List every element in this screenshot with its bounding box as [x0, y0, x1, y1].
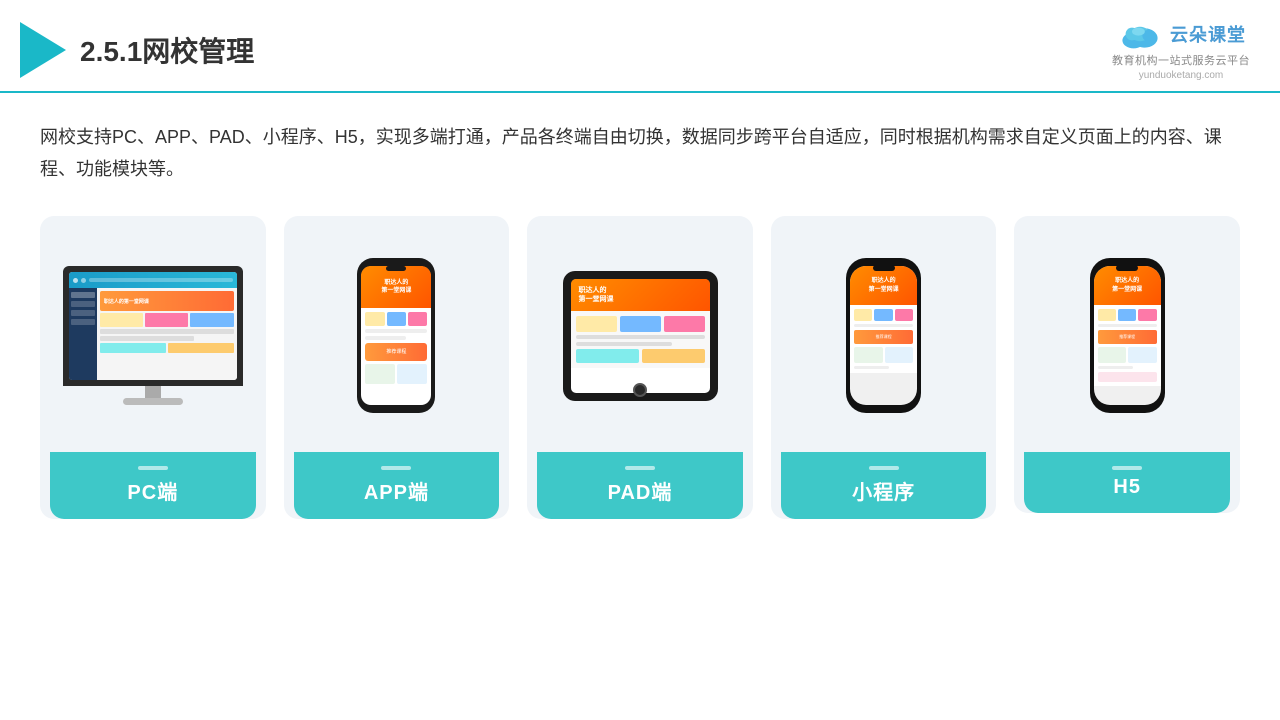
- pc-label: PC端: [50, 452, 256, 519]
- label-bar: [625, 466, 655, 470]
- logo-subtitle: 教育机构一站式服务云平台: [1112, 52, 1250, 68]
- description-text: 网校支持PC、APP、PAD、小程序、H5，实现多端打通，产品各终端自由切换，数…: [40, 121, 1240, 186]
- h5-card: 职达人的第一堂网课 推荐课程: [1014, 216, 1240, 513]
- pad-label: PAD端: [537, 452, 743, 519]
- miniprogram-preview: 职达人的第一堂网课 推荐课程: [781, 236, 987, 436]
- miniprogram-label: 小程序: [781, 452, 987, 519]
- logo-url: yunduoketang.com: [1139, 70, 1224, 81]
- pc-screen: 职达人的第一堂网课: [69, 272, 237, 380]
- page-title: 2.5.1网校管理: [80, 30, 254, 70]
- h5-preview: 职达人的第一堂网课 推荐课程: [1024, 236, 1230, 436]
- label-bar: [138, 466, 168, 470]
- logo-brand: 云朵课堂: [1170, 21, 1246, 47]
- miniprogram-card: 职达人的第一堂网课 推荐课程: [771, 216, 997, 519]
- pad-preview: 职达人的第一堂网课: [537, 236, 743, 436]
- phone-notch2: [873, 265, 895, 271]
- phone-notch: [386, 266, 406, 271]
- pc-card: 职达人的第一堂网课: [40, 216, 266, 519]
- label-bar: [869, 466, 899, 470]
- h5-phone-mockup: 职达人的第一堂网课 推荐课程: [1090, 258, 1165, 413]
- h5-label: H5: [1024, 452, 1230, 513]
- app-phone-mockup: 职达人的第一堂网课 推荐课程: [357, 258, 435, 413]
- app-label: APP端: [294, 452, 500, 519]
- logo-cloud: 云朵课堂: [1116, 18, 1246, 50]
- pc-monitor: 职达人的第一堂网课: [63, 266, 243, 386]
- app-preview: 职达人的第一堂网课 推荐课程: [294, 236, 500, 436]
- pc-mockup: 职达人的第一堂网课: [63, 266, 243, 405]
- miniprogram-phone-mockup: 职达人的第一堂网课 推荐课程: [846, 258, 921, 413]
- pad-tablet-mockup: 职达人的第一堂网课: [563, 271, 718, 401]
- cloud-icon: [1116, 18, 1164, 50]
- label-bar: [1112, 466, 1142, 470]
- app-card: 职达人的第一堂网课 推荐课程: [284, 216, 510, 519]
- pad-card: 职达人的第一堂网课: [527, 216, 753, 519]
- pc-preview: 职达人的第一堂网课: [50, 236, 256, 436]
- cards-container: 职达人的第一堂网课: [40, 216, 1240, 519]
- phone-screen: 职达人的第一堂网课 推荐课程: [361, 266, 431, 405]
- main-content: 网校支持PC、APP、PAD、小程序、H5，实现多端打通，产品各终端自由切换，数…: [0, 93, 1280, 539]
- logo-area: 云朵课堂 教育机构一站式服务云平台 yunduoketang.com: [1112, 18, 1250, 81]
- header-left: 2.5.1网校管理: [20, 22, 254, 78]
- play-icon: [20, 22, 66, 78]
- header: 2.5.1网校管理 云朵课堂 教育机构一站式服务云平台 yunduoketang…: [0, 0, 1280, 93]
- tablet-screen: 职达人的第一堂网课: [571, 279, 710, 393]
- label-bar: [381, 466, 411, 470]
